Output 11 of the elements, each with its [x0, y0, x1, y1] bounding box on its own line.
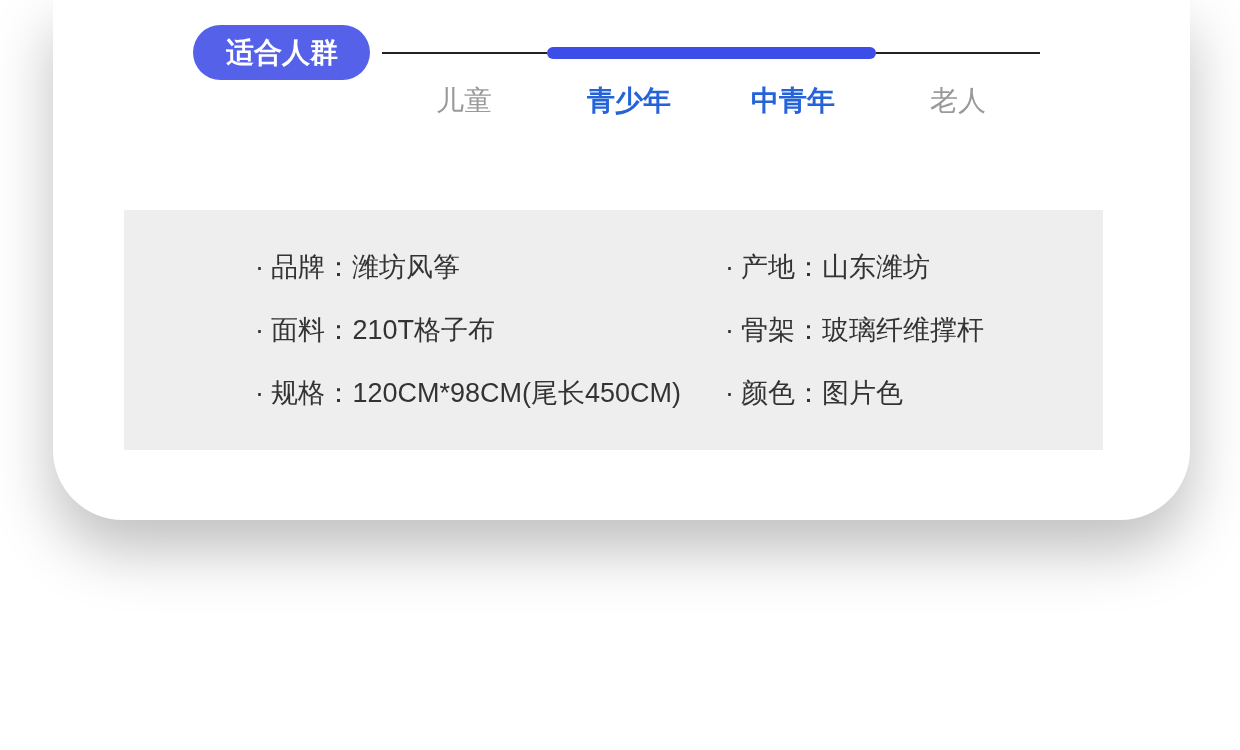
spec-item: · 面料：210T格子布: [255, 314, 497, 346]
spec-item: · 规格：120CM*98CM(尾长450CM): [255, 377, 683, 409]
age-group-label: 儿童: [436, 84, 493, 118]
age-group-label: 青少年: [586, 84, 671, 118]
audience-label: 适合人群: [193, 25, 370, 80]
spec-item: · 产地：山东潍坊: [725, 251, 932, 283]
spec-item: · 骨架：玻璃纤维撑杆: [725, 314, 986, 346]
age-group-label: 中青年: [751, 84, 836, 118]
spec-item: · 颜色：图片色: [725, 377, 905, 409]
age-group-label: 老人: [929, 84, 986, 118]
spec-item: · 品牌：潍坊风筝: [255, 251, 462, 283]
